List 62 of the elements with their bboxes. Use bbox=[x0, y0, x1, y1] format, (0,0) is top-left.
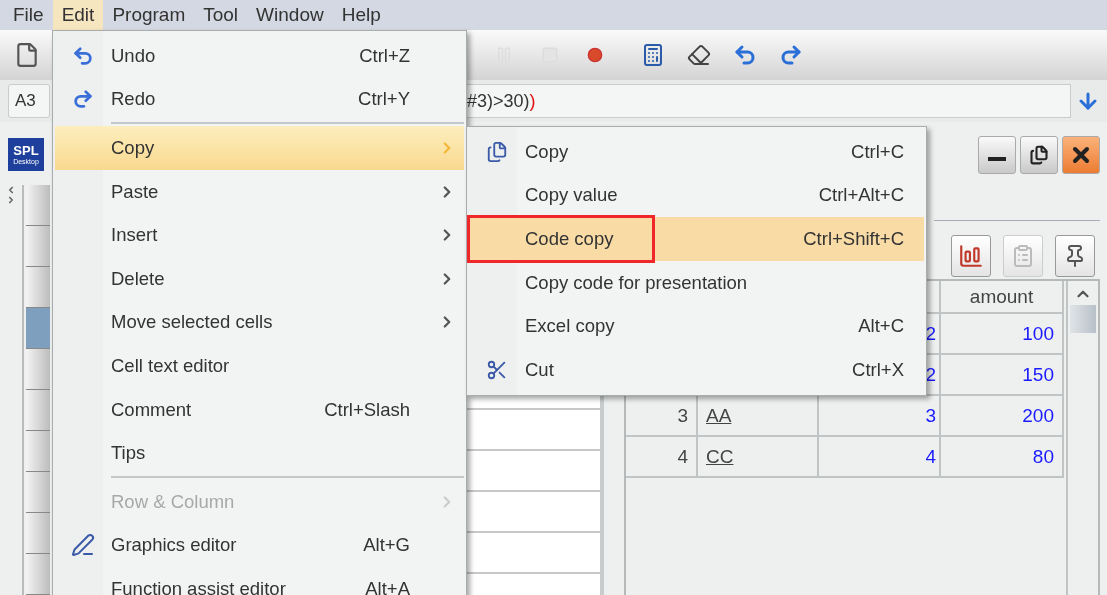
menu-item[interactable]: Cell text editor bbox=[55, 344, 464, 388]
row-header[interactable] bbox=[26, 267, 50, 308]
calculator-icon[interactable] bbox=[641, 43, 665, 68]
chevron-right-icon[interactable] bbox=[6, 195, 16, 205]
menu-item[interactable]: Move selected cells bbox=[55, 300, 464, 345]
table-cell: 80 bbox=[941, 437, 1064, 478]
menu-item[interactable]: Code copy Ctrl+Shift+C bbox=[469, 217, 924, 261]
undo-icon bbox=[72, 44, 94, 67]
clipboard-button[interactable] bbox=[1003, 235, 1043, 277]
menu-item[interactable]: Copy code for presentation bbox=[469, 260, 924, 305]
clipboard-icon bbox=[1011, 244, 1035, 268]
row-header[interactable] bbox=[26, 226, 50, 267]
menu-item[interactable]: Copy Ctrl+C bbox=[469, 130, 924, 174]
bar-chart-icon bbox=[958, 243, 984, 269]
scissors-icon bbox=[486, 358, 508, 381]
cell-name-field[interactable]: A3 bbox=[8, 84, 50, 119]
menu-title[interactable]: Help bbox=[332, 0, 390, 30]
table-cell: 4 bbox=[819, 437, 941, 478]
table-cell: 200 bbox=[941, 396, 1064, 437]
menu-title[interactable]: Edit bbox=[52, 0, 104, 30]
menu-item[interactable]: Paste bbox=[55, 169, 464, 214]
menu-title[interactable]: Tool bbox=[194, 0, 248, 30]
row-header[interactable] bbox=[26, 472, 50, 513]
table-cell: 100 bbox=[941, 314, 1064, 355]
column-header: amount bbox=[941, 281, 1064, 314]
menu-title[interactable]: Window bbox=[247, 0, 333, 30]
menu-title[interactable]: Program bbox=[103, 0, 195, 30]
redo-icon[interactable] bbox=[779, 43, 803, 68]
eraser-icon[interactable] bbox=[687, 43, 711, 68]
table-cell: CC bbox=[698, 437, 819, 478]
chevron-left-icon[interactable] bbox=[6, 185, 16, 195]
close-button[interactable] bbox=[1062, 136, 1100, 174]
row-header[interactable] bbox=[26, 431, 50, 472]
restore-icon bbox=[1029, 145, 1049, 165]
undo-icon[interactable] bbox=[733, 43, 757, 68]
menu-item[interactable]: Tips bbox=[55, 431, 464, 475]
documents-icon bbox=[486, 140, 508, 163]
restore-button[interactable] bbox=[1020, 136, 1058, 174]
row-header[interactable] bbox=[26, 513, 50, 554]
pin-button[interactable] bbox=[1055, 235, 1095, 277]
menu-item[interactable]: Graphics editor Alt+G bbox=[55, 523, 464, 568]
menu-item[interactable]: Copy bbox=[55, 126, 464, 170]
menu-item[interactable]: Delete bbox=[55, 256, 464, 301]
scroll-thumb[interactable] bbox=[1070, 305, 1096, 333]
row-header[interactable] bbox=[26, 185, 50, 226]
minimize-icon bbox=[988, 157, 1006, 161]
menu-item[interactable]: Comment Ctrl+Slash bbox=[55, 387, 464, 432]
chart-button[interactable] bbox=[951, 235, 991, 277]
pen-icon bbox=[71, 533, 95, 558]
redo-icon bbox=[72, 88, 94, 111]
record-icon[interactable] bbox=[587, 47, 603, 64]
menu-item[interactable]: Copy value Ctrl+Alt+C bbox=[469, 173, 924, 218]
row-header[interactable] bbox=[26, 390, 50, 431]
row-header[interactable] bbox=[26, 349, 50, 390]
row-header[interactable] bbox=[26, 554, 50, 595]
table-cell: 150 bbox=[941, 355, 1064, 396]
new-file-icon[interactable] bbox=[14, 42, 40, 69]
menu-item[interactable]: Function assist editor Alt+A bbox=[55, 567, 464, 595]
table-cell: 4 bbox=[626, 437, 698, 478]
menu-item[interactable]: Insert bbox=[55, 213, 464, 257]
menu-title[interactable]: File bbox=[4, 0, 53, 30]
minimize-button[interactable] bbox=[978, 136, 1016, 174]
